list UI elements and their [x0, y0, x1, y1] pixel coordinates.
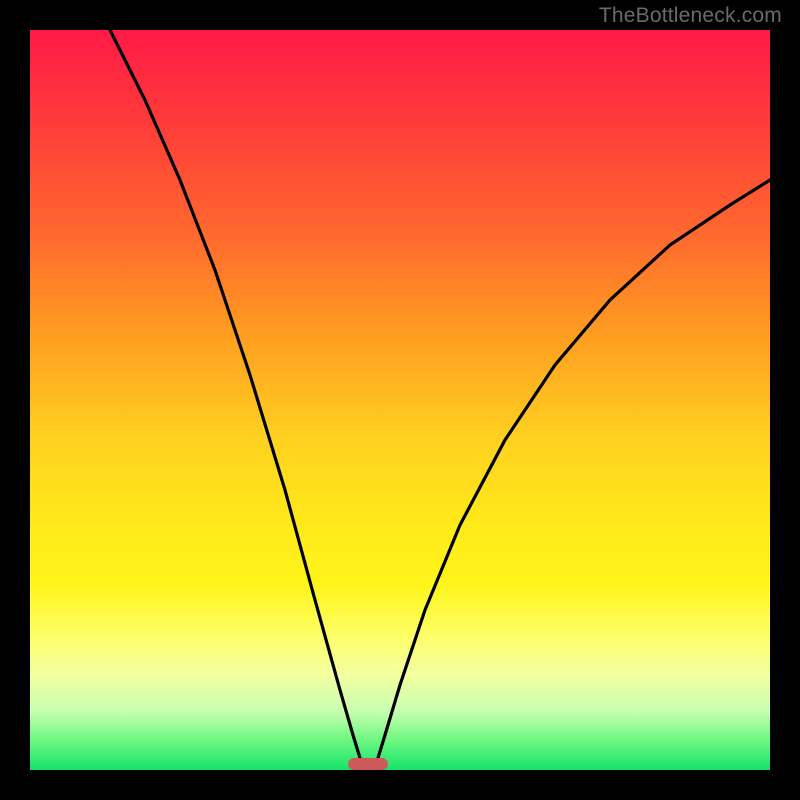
curve-left-branch — [110, 30, 360, 758]
plot-area — [30, 30, 770, 770]
curve-layer — [30, 30, 770, 770]
bottleneck-marker — [348, 758, 388, 770]
watermark-text: TheBottleneck.com — [599, 4, 782, 28]
chart-frame: TheBottleneck.com — [0, 0, 800, 800]
curve-right-branch — [378, 180, 770, 758]
